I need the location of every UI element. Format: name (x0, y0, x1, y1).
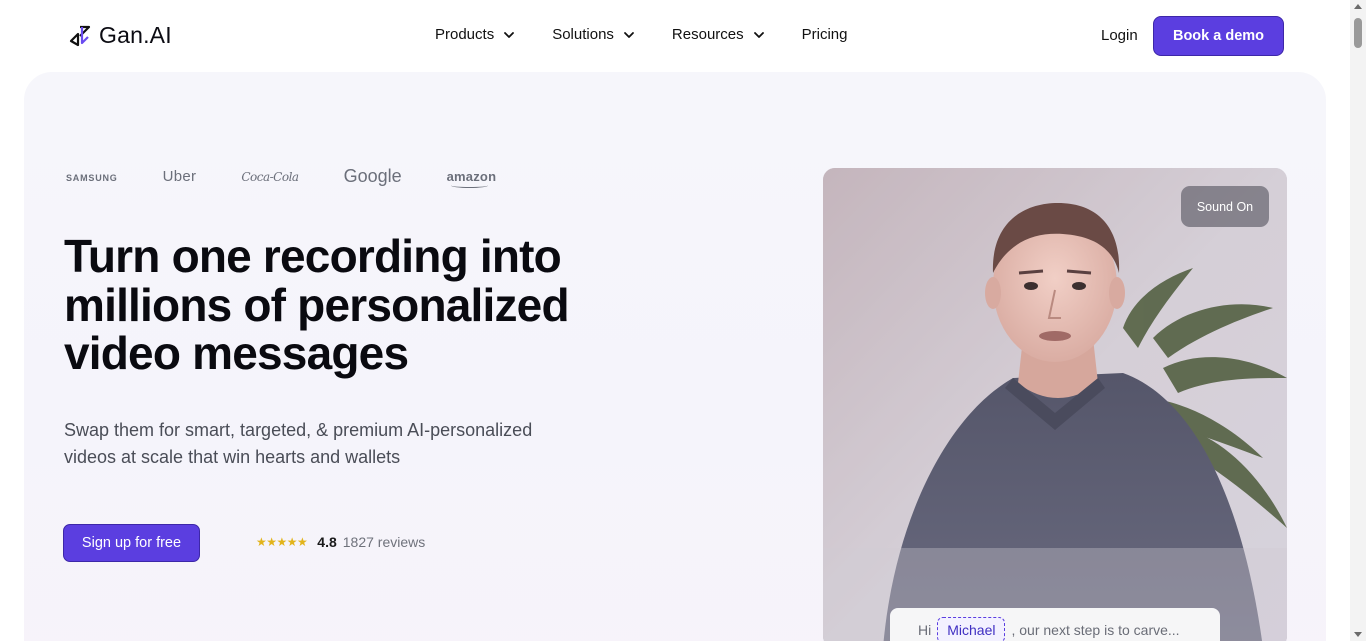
google-logo: Google (343, 166, 402, 186)
chevron-down-icon (504, 31, 515, 38)
gan-ai-logo-icon (69, 25, 91, 46)
samsung-logo: SAMSUNG (66, 172, 118, 183)
chevron-down-icon (624, 31, 634, 38)
menu-item-solutions[interactable]: Solutions (552, 26, 635, 43)
menu-item-products[interactable]: Products (435, 26, 515, 43)
hero-subheadline: Swap them for smart, targeted, & premium… (64, 420, 533, 467)
scroll-thumb[interactable] (1354, 18, 1362, 48)
menu-item-label: Pricing (801, 26, 848, 43)
uber-logo: Uber (162, 168, 197, 185)
page-scrollbar[interactable] (1350, 0, 1366, 641)
rating-summary: ★★★★★ 4.8 1827 reviews (256, 534, 425, 550)
top-navigation: Gan.AI Products Solutions Resources Pric… (0, 0, 1350, 72)
brand-logo[interactable]: Gan.AI (67, 22, 172, 49)
chevron-down-icon (753, 31, 764, 38)
amazon-logo: amazon (446, 169, 497, 188)
main-menu: Products Solutions Resources Pricing (435, 26, 884, 43)
caption-suffix: , our next step is to carve... (1011, 622, 1180, 638)
menu-item-label: Products (435, 26, 495, 43)
review-count: 1827 reviews (342, 534, 426, 550)
video-caption: Hi Michael , our next step is to carve..… (890, 608, 1220, 641)
sign-up-button[interactable]: Sign up for free (63, 524, 200, 562)
scroll-down-arrow-icon[interactable] (1354, 632, 1362, 637)
video-player[interactable] (823, 168, 1287, 641)
menu-item-resources[interactable]: Resources (672, 26, 765, 43)
hero-headline: Turn one recording into millions of pers… (64, 230, 570, 379)
scroll-up-arrow-icon[interactable] (1354, 4, 1362, 9)
rating-score: 4.8 (317, 534, 337, 550)
coca-cola-logo: Coca-Cola (241, 169, 299, 184)
menu-item-label: Resources (671, 26, 744, 43)
login-link[interactable]: Login (1101, 27, 1138, 44)
book-demo-button[interactable]: Book a demo (1153, 16, 1284, 56)
caption-prefix: Hi (918, 622, 932, 638)
menu-item-pricing[interactable]: Pricing (802, 26, 848, 43)
sound-on-button[interactable]: Sound On (1181, 186, 1269, 227)
star-rating-icon: ★★★★★ (256, 535, 308, 549)
personalized-name-chip: Michael (937, 617, 1006, 641)
logo-text: Gan.AI (99, 22, 172, 48)
menu-item-label: Solutions (552, 26, 614, 43)
video-frame-illustration (823, 168, 1287, 641)
brand-logos: SAMSUNG Uber Coca-Cola Google amazon (66, 166, 541, 188)
